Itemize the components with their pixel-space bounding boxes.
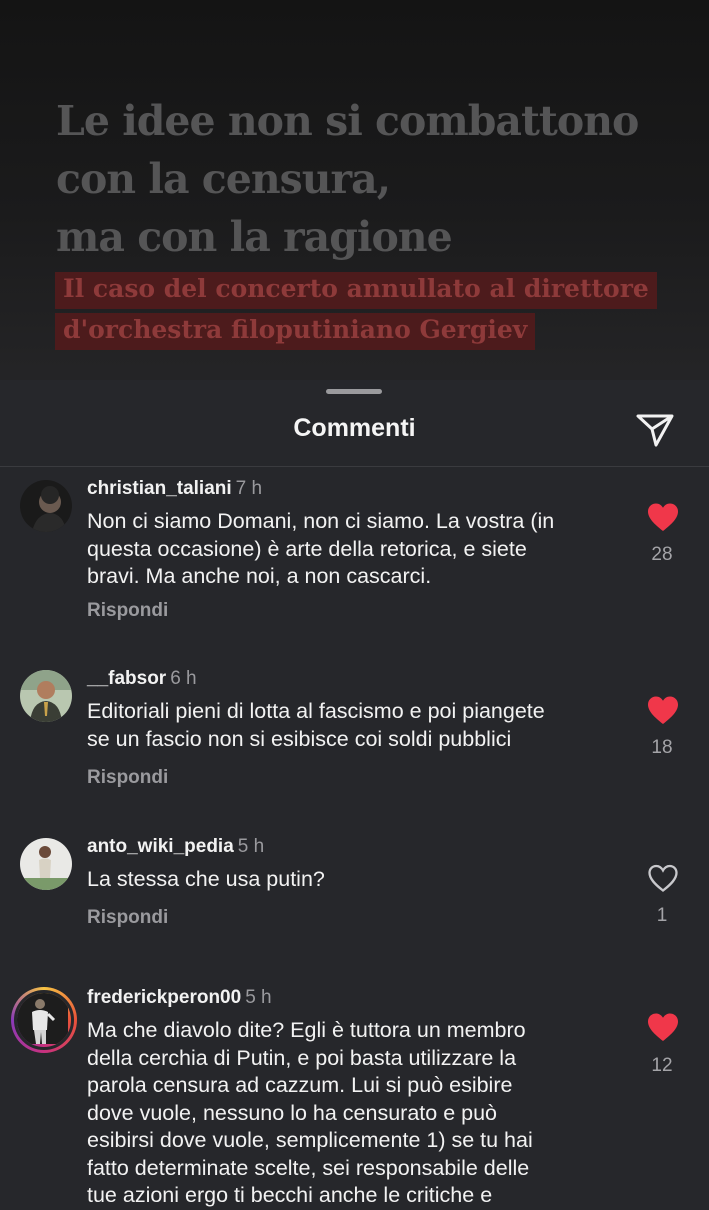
like-count: 12 (651, 1055, 673, 1076)
comment-text-line: La stessa che usa putin? (87, 867, 325, 891)
comment-text-line: Non ci siamo Domani, non ci siamo. La vo… (87, 509, 555, 533)
comment-text: Editoriali pieni di lotta al fascismo e … (87, 698, 607, 753)
comment-time: 5 h (245, 987, 272, 1008)
like-count: 28 (651, 544, 673, 565)
comments-sheet: Commenti christian_taliani 7 h Non ci sia… (0, 380, 709, 1207)
like-count: 1 (656, 905, 668, 926)
post-headline-line: con la censura, (56, 155, 391, 203)
comment-time: 6 h (170, 668, 197, 689)
comment-meta: anto_wiki_pedia 5 h (87, 836, 264, 858)
avatar-with-story-ring[interactable] (11, 987, 77, 1053)
comment-text-line: parola censura ad cazzum. Lui si può esi… (87, 1073, 513, 1097)
comment-meta: frederickperon00 5 h (87, 987, 272, 1009)
comment-time: 5 h (237, 836, 265, 857)
comment-text-line: questa occasione) è arte della retorica,… (87, 536, 527, 561)
comment-text-line: bravi. Ma anche noi, a non cascarci. (87, 564, 432, 588)
comment-text-line: Editoriali pieni di lotta al fascismo e … (87, 699, 545, 723)
heart-outline-icon[interactable] (646, 863, 680, 893)
comment-meta: christian_taliani 7 h (87, 478, 262, 500)
sheet-title: Commenti (293, 414, 416, 442)
comment-text-line: se un fascio non si esibisce coi soldi p… (87, 726, 512, 751)
comment-time: 7 h (235, 478, 263, 499)
post-image: Le idee non si combattono con la censura… (0, 0, 709, 390)
comment-text-line: Ma che diavolo dite? Egli è tuttora un m… (87, 1018, 526, 1042)
like-count: 18 (651, 737, 673, 758)
reply-button[interactable]: Rispondi (87, 767, 168, 789)
comment-text-line: fatto determinate scelte, sei responsabi… (87, 1155, 530, 1180)
reply-button[interactable]: Rispondi (87, 600, 168, 622)
avatar[interactable] (20, 670, 72, 722)
post-subheadline: Il caso del concerto annullato al dirett… (55, 272, 657, 354)
sheet-header: Commenti (0, 398, 709, 467)
post-subheadline-line: Il caso del concerto annullato al dirett… (55, 272, 657, 309)
comment-username[interactable]: anto_wiki_pedia (87, 836, 234, 857)
avatar[interactable] (20, 838, 72, 890)
comment-text: Ma che diavolo dite? Egli è tuttora un m… (87, 1017, 607, 1210)
heart-filled-icon[interactable] (646, 695, 680, 725)
comment-text-line: dove vuole, nessuno lo ha censurato e pu… (87, 1100, 497, 1125)
comment-text-line: tue azioni ergo ti becchi anche le criti… (87, 1183, 493, 1207)
post-headline-line: ma con la ragione (56, 213, 453, 261)
comment-text-line: esibirsi dove vuole, semplicemente 1) se… (87, 1128, 533, 1152)
post-subheadline-line: d'orchestra filoputiniano Gergiev (55, 313, 536, 350)
post-headline-line: Le idee non si combattono (56, 97, 639, 145)
post-headline: Le idee non si combattono con la censura… (56, 92, 696, 266)
comment-meta: __fabsor 6 h (87, 668, 197, 690)
avatar[interactable] (20, 480, 72, 532)
comment-username[interactable]: __fabsor (87, 668, 166, 689)
comment-text: La stessa che usa putin? (87, 866, 607, 894)
comment-username[interactable]: frederickperon00 (87, 987, 241, 1008)
send-icon[interactable] (635, 412, 675, 448)
comment-username[interactable]: christian_taliani (87, 478, 232, 499)
heart-filled-icon[interactable] (646, 1012, 680, 1042)
heart-filled-icon[interactable] (646, 502, 680, 532)
reply-button[interactable]: Rispondi (87, 907, 168, 929)
comment-text: Non ci siamo Domani, non ci siamo. La vo… (87, 508, 607, 591)
comment-text-line: della cerchia di Putin, e poi basta util… (87, 1045, 517, 1070)
sheet-drag-handle[interactable] (326, 389, 382, 394)
